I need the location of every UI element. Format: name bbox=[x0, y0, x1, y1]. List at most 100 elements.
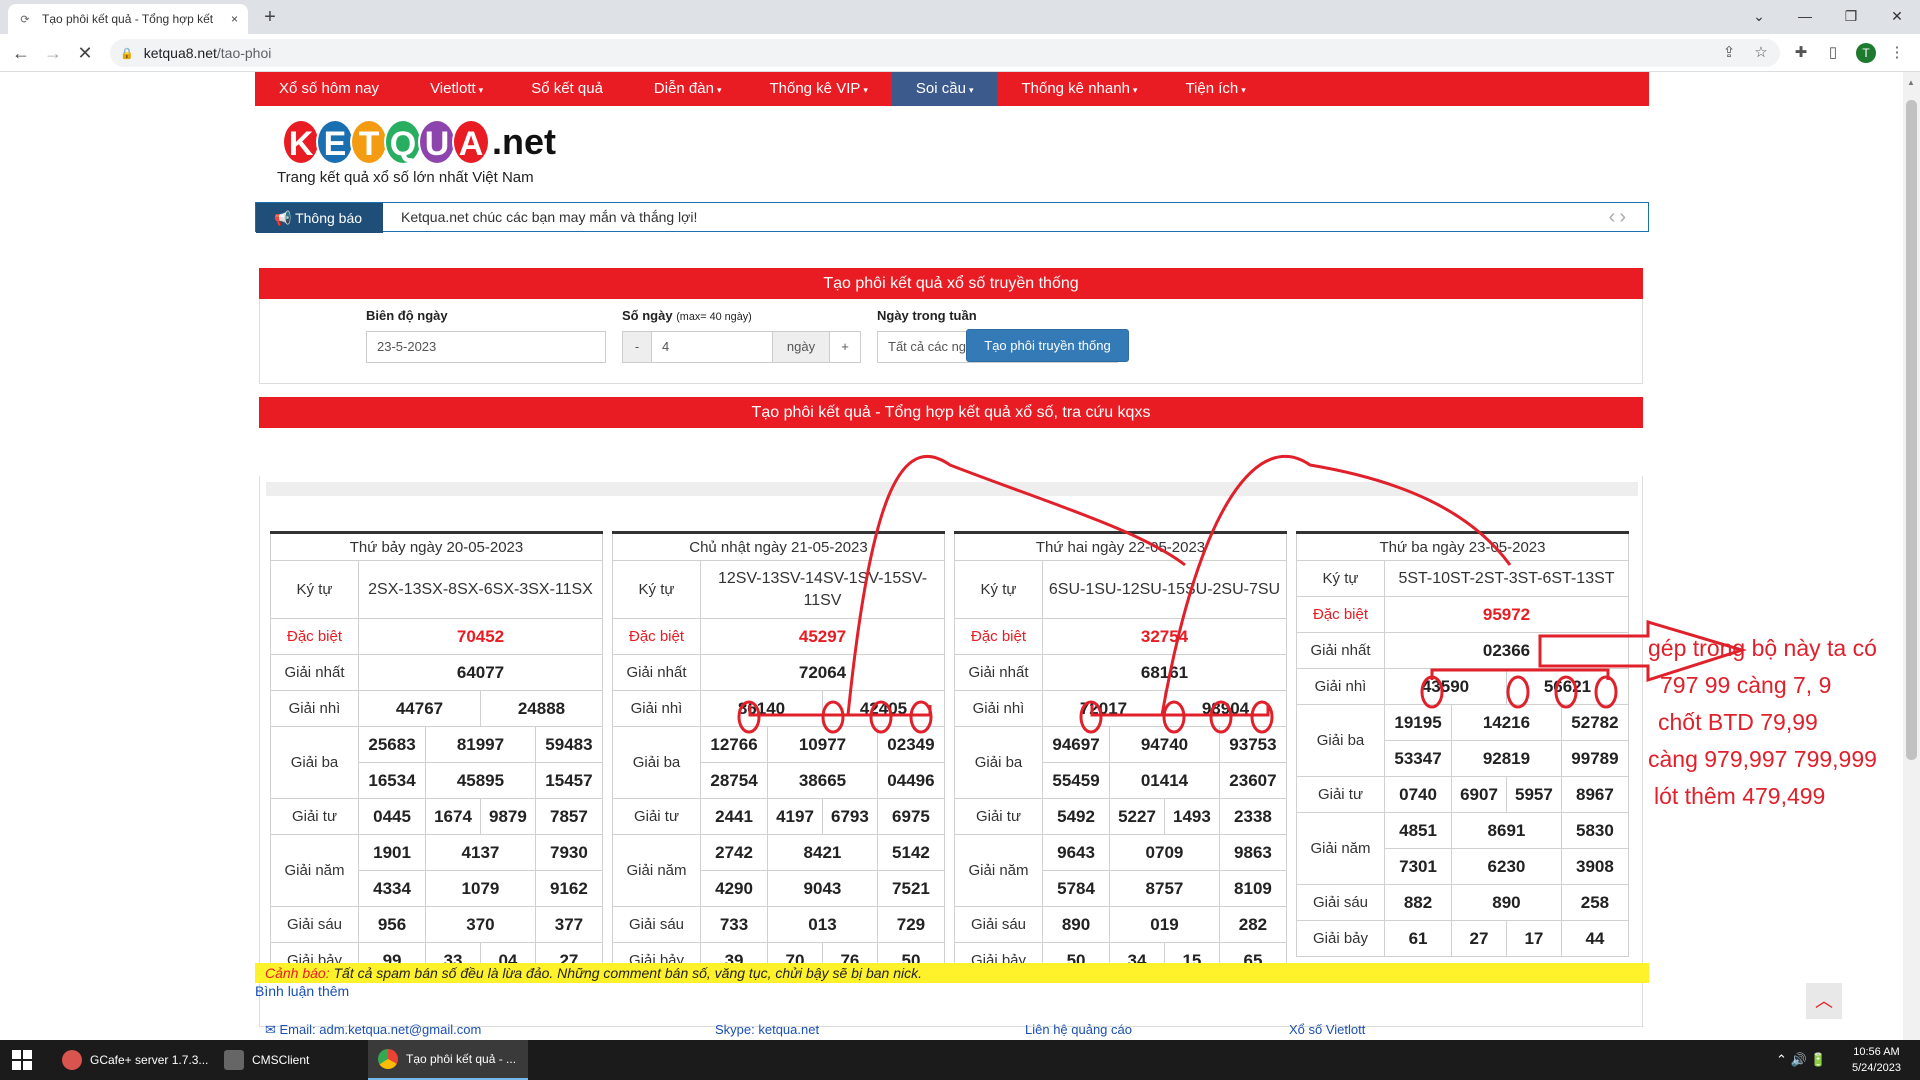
logo-letter: E bbox=[316, 119, 354, 165]
side-panel-icon[interactable]: ▯ bbox=[1822, 42, 1844, 64]
days-plus-button[interactable]: + bbox=[829, 331, 861, 363]
nav-item-soi-cau[interactable]: Soi cầu ▾ bbox=[891, 72, 998, 106]
nav-item-vietlott[interactable]: Vietlott ▾ bbox=[406, 72, 507, 106]
prize-number: 9643 bbox=[1041, 834, 1111, 871]
row-label: Giải ba bbox=[1296, 704, 1385, 777]
result-table-day-4: Thứ ba ngày 23-05-2023 Ký tự 5ST-10ST-2ST… bbox=[1296, 531, 1630, 957]
prize-number: 377 bbox=[534, 906, 604, 943]
share-icon[interactable]: ⇪ bbox=[1718, 42, 1740, 64]
prize-number: 2338 bbox=[1218, 798, 1288, 835]
browser-tab[interactable]: ⟳ Tạo phôi kết quả - Tổng hợp kết × bbox=[8, 4, 248, 34]
prize-number: 5784 bbox=[1041, 870, 1111, 907]
taskbar-app-cmsclient[interactable]: CMSClient bbox=[214, 1040, 366, 1080]
prize-number: 6975 bbox=[876, 798, 946, 835]
start-tile bbox=[12, 1050, 21, 1059]
prize-number: 14216 bbox=[1451, 704, 1562, 741]
nav-item-dien-dan[interactable]: Diễn đàn ▾ bbox=[630, 72, 746, 106]
row-label: Giải nhất bbox=[954, 654, 1043, 691]
prize-number: 5830 bbox=[1560, 812, 1630, 849]
prize-number: 81997 bbox=[425, 726, 536, 763]
row-label: Giải nhất bbox=[612, 654, 701, 691]
result-table-day-3: Thứ hai ngày 22-05-2023 Ký tự 6SU-1SU-12S… bbox=[954, 531, 1288, 979]
prize-number: 44 bbox=[1560, 920, 1630, 957]
notice-label: 📢 Thông báo bbox=[256, 203, 383, 233]
scroll-top-button[interactable]: ︿ bbox=[1806, 983, 1842, 1019]
prize-number: 72064 bbox=[700, 654, 945, 691]
tab-search-icon[interactable]: ⌄ bbox=[1736, 2, 1782, 30]
days-input[interactable]: 4 bbox=[651, 331, 773, 363]
code-value: 6SU-1SU-12SU-15SU-2SU-7SU bbox=[1042, 560, 1287, 619]
minimize-icon[interactable]: — bbox=[1782, 2, 1828, 30]
nav-label: Tiện ích bbox=[1185, 80, 1239, 97]
scroll-up-icon[interactable]: ▲ bbox=[1907, 78, 1915, 87]
row-label: Đặc biệt bbox=[954, 618, 1043, 655]
scrollbar-thumb[interactable] bbox=[1906, 100, 1917, 760]
bookmark-star-icon[interactable]: ☆ bbox=[1750, 42, 1772, 64]
form-title: Tạo phôi kết quả xổ số truyền thống bbox=[259, 268, 1643, 299]
forward-icon[interactable]: → bbox=[40, 40, 66, 66]
restore-icon[interactable]: ❐ bbox=[1828, 2, 1874, 30]
annotation-line: gép trong bộ này ta có bbox=[1648, 635, 1877, 661]
prize-number: 98904 bbox=[1163, 690, 1288, 727]
nav-label: Soi cầu bbox=[915, 80, 966, 97]
prize-number: 9043 bbox=[767, 870, 878, 907]
favicon-icon: ⟳ bbox=[20, 13, 30, 26]
code-value: 12SV-13SV-14SV-1SV-15SV-11SV bbox=[700, 560, 945, 619]
prize-number: 6230 bbox=[1451, 848, 1562, 885]
prize-number: 370 bbox=[425, 906, 536, 943]
handwritten-annotation: gép trong bộ này ta có 797 99 càng 7, 9 … bbox=[1648, 630, 1877, 815]
footer-ads[interactable]: Liên hệ quảng cáo bbox=[1025, 1022, 1132, 1037]
prize-number: 01414 bbox=[1109, 762, 1220, 799]
nav-item-thong-ke-nhanh[interactable]: Thống kê nhanh ▾ bbox=[997, 72, 1161, 106]
windows-start-icon[interactable] bbox=[12, 1050, 32, 1070]
footer-vietlott[interactable]: Xổ số Vietlott bbox=[1289, 1022, 1365, 1037]
footer-email[interactable]: ✉ Email: adm.ketqua.net@gmail.com bbox=[265, 1022, 481, 1038]
address-bar[interactable]: 🔒 ketqua8.net/tao-phoi bbox=[110, 39, 1780, 67]
new-tab-button[interactable]: + bbox=[258, 6, 282, 30]
row-label: Giải ba bbox=[270, 726, 359, 799]
notice-arrows-icon[interactable]: ‹› bbox=[1609, 203, 1630, 231]
page-scrollbar[interactable]: ▲ bbox=[1903, 72, 1920, 1040]
nav-item-xo-so-hom-nay[interactable]: Xổ số hôm nay bbox=[255, 72, 406, 106]
profile-avatar[interactable]: T bbox=[1856, 43, 1876, 63]
taskbar-app-gcafe[interactable]: GCafe+ server 1.7.3... bbox=[52, 1040, 212, 1080]
menu-kebab-icon[interactable]: ⋮ bbox=[1886, 42, 1908, 64]
special-prize: 70452 bbox=[358, 618, 603, 655]
taskbar-clock[interactable]: 10:56 AM 5/24/2023 bbox=[1852, 1044, 1901, 1076]
row-label: Giải tư bbox=[612, 798, 701, 835]
window-close-icon[interactable]: ✕ bbox=[1874, 2, 1920, 30]
days-minus-button[interactable]: - bbox=[622, 331, 652, 363]
prize-number: 42405 bbox=[821, 690, 946, 727]
prize-number: 02366 bbox=[1384, 632, 1629, 669]
tab-close-icon[interactable]: × bbox=[231, 12, 238, 26]
taskbar-app-chrome[interactable]: Tạo phôi kết quả - ... bbox=[368, 1040, 528, 1080]
row-label: Giải nhì bbox=[1296, 668, 1385, 705]
nav-item-so-ket-qua[interactable]: Sổ kết quả bbox=[507, 72, 630, 106]
prize-number: 59483 bbox=[534, 726, 604, 763]
logo-letter: Q bbox=[384, 119, 422, 165]
row-label: Đặc biệt bbox=[270, 618, 359, 655]
back-icon[interactable]: ← bbox=[8, 40, 34, 66]
prize-number: 956 bbox=[357, 906, 427, 943]
footer-skype[interactable]: Skype: ketqua.net bbox=[715, 1022, 819, 1037]
date-input[interactable]: 23-5-2023 bbox=[366, 331, 606, 363]
warning-bar: Cảnh báo: Tất cả spam bán số đều là lừa … bbox=[255, 963, 1649, 983]
prize-number: 1674 bbox=[425, 798, 481, 835]
nav-item-thong-ke-vip[interactable]: Thống kê VIP ▾ bbox=[745, 72, 891, 106]
row-label: Giải năm bbox=[1296, 812, 1385, 885]
site-logo[interactable]: K E T Q U A .net bbox=[282, 117, 556, 167]
clock-date: 5/24/2023 bbox=[1852, 1062, 1901, 1074]
stop-icon[interactable]: ✕ bbox=[72, 40, 98, 66]
nav-item-tien-ich[interactable]: Tiện ích ▾ bbox=[1161, 72, 1269, 106]
warning-text: Tất cả spam bán số đều là lừa đảo. Những… bbox=[333, 965, 923, 981]
table-header: Thứ ba ngày 23-05-2023 bbox=[1296, 532, 1629, 561]
system-tray-icons[interactable]: ⌃ 🔊 🔋 bbox=[1776, 1040, 1827, 1080]
start-tile bbox=[23, 1050, 32, 1059]
prize-number: 4290 bbox=[699, 870, 769, 907]
code-value: 5ST-10ST-2ST-3ST-6ST-13ST bbox=[1384, 560, 1629, 597]
extensions-icon[interactable]: ✚ bbox=[1790, 42, 1812, 64]
generate-button[interactable]: Tạo phôi truyền thống bbox=[966, 329, 1129, 362]
row-label: Giải nhất bbox=[1296, 632, 1385, 669]
more-comments-link[interactable]: Bình luận thêm bbox=[255, 983, 349, 999]
prize-number: 61 bbox=[1383, 920, 1453, 957]
